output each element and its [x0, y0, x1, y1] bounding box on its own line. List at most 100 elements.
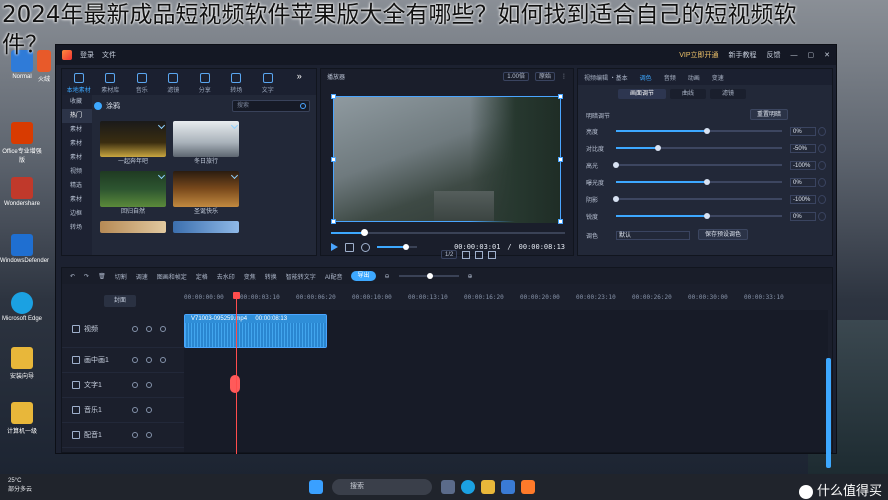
track-music[interactable]: 音乐1	[62, 398, 184, 423]
category-item[interactable]: 素材	[62, 137, 92, 151]
timeline-scrollbar[interactable]	[826, 358, 831, 468]
taskbar-search[interactable]: 搜索	[332, 479, 432, 495]
video-preview[interactable]	[331, 94, 563, 224]
speed-button[interactable]: 调速	[136, 272, 148, 281]
resize-handle[interactable]	[331, 94, 336, 99]
hold-button[interactable]: 定格	[196, 272, 208, 281]
speaker-icon[interactable]	[146, 407, 152, 413]
slider-handle[interactable]	[613, 162, 619, 168]
tab-filter[interactable]: 滤镜	[161, 71, 187, 94]
track-text[interactable]: 文字1	[62, 373, 184, 398]
volume-icon[interactable]	[361, 242, 370, 252]
subtab-adjust[interactable]: 画面调节	[618, 89, 667, 99]
volume-slider[interactable]	[377, 244, 417, 250]
fullscreen-icon[interactable]	[488, 250, 497, 259]
minimize-icon[interactable]: —	[791, 52, 798, 59]
expand-icon[interactable]: »	[287, 71, 313, 93]
ai-dub-button[interactable]: AI配音	[325, 272, 343, 281]
zoom-out-icon[interactable]: ⊖	[385, 273, 390, 280]
remove-watermark-button[interactable]: 去水印	[217, 272, 235, 281]
timeline-zoom-slider[interactable]	[398, 273, 459, 279]
slider-value[interactable]: 0%	[790, 126, 816, 136]
adjust-slider[interactable]	[616, 128, 782, 134]
playhead[interactable]	[233, 292, 240, 454]
store-icon[interactable]	[501, 480, 515, 494]
media-search-input[interactable]: 搜索	[232, 100, 310, 112]
tone-select[interactable]: 默认	[616, 230, 690, 240]
resize-handle[interactable]	[558, 219, 563, 224]
adjust-slider[interactable]	[616, 145, 782, 151]
undo-icon[interactable]: ↶	[70, 273, 75, 280]
speaker-icon[interactable]	[146, 432, 152, 438]
adjust-slider[interactable]	[616, 213, 782, 219]
subtab-filter[interactable]: 滤镜	[710, 89, 747, 99]
category-item[interactable]: 素材	[62, 123, 92, 137]
slider-handle[interactable]	[654, 145, 661, 151]
close-icon[interactable]: ✕	[824, 51, 830, 59]
cover-button[interactable]: 封面	[104, 295, 136, 307]
video-clip[interactable]: V71003-095259.mp4 00:00:08:13	[184, 314, 327, 348]
resize-handle[interactable]	[331, 157, 336, 162]
resize-handle[interactable]	[331, 219, 336, 224]
quality-select[interactable]: 1/2	[441, 250, 458, 259]
media-item[interactable]: 圣诞快乐	[173, 171, 239, 217]
download-icon[interactable]	[157, 171, 166, 180]
adjust-slider[interactable]	[616, 179, 782, 185]
tab-transition[interactable]: 转场	[224, 71, 250, 94]
track-lanes[interactable]: V71003-095259.mp4 00:00:08:13	[184, 310, 828, 452]
export-button[interactable]: 导出	[351, 271, 376, 281]
lock-icon[interactable]	[132, 407, 138, 413]
stepper-icon[interactable]	[818, 177, 826, 187]
eye-icon[interactable]	[146, 357, 152, 363]
resize-handle[interactable]	[558, 157, 563, 162]
eye-icon[interactable]	[146, 382, 152, 388]
slider-value[interactable]: -50%	[790, 143, 816, 153]
subtab-curve[interactable]: 曲线	[670, 89, 707, 99]
desktop-icon-huorong[interactable]: 火绒	[32, 48, 56, 90]
adjust-slider[interactable]	[613, 162, 782, 168]
slider-value[interactable]: -100%	[790, 160, 816, 170]
slider-handle[interactable]	[704, 128, 711, 134]
lock-icon[interactable]	[132, 325, 138, 332]
adjust-slider[interactable]	[613, 196, 782, 202]
category-item[interactable]: 精选	[62, 179, 92, 193]
download-icon[interactable]	[230, 121, 239, 130]
desktop-icon-folder[interactable]: 安装向导	[0, 345, 44, 387]
slider-value[interactable]: -100%	[790, 194, 816, 204]
tab-text[interactable]: 文字	[255, 71, 281, 94]
vip-button[interactable]: VIP立即开通	[679, 50, 718, 60]
zoom-in-icon[interactable]: ⊕	[468, 273, 473, 280]
progress-handle[interactable]	[361, 229, 368, 236]
lock-icon[interactable]	[132, 382, 138, 388]
freeze-frame-button[interactable]: 图画和帧定	[157, 272, 187, 281]
category-item[interactable]: 转场	[62, 221, 92, 235]
desktop-icon-folder2[interactable]: 计算机一级	[0, 400, 44, 442]
cut-button[interactable]: 切割	[115, 272, 127, 281]
speech-to-text-button[interactable]: 智能转文字	[286, 272, 316, 281]
desktop-icon-wondershare[interactable]: Wondershare	[0, 175, 44, 217]
category-hot[interactable]: 热门	[62, 109, 92, 123]
marker-icon[interactable]	[230, 375, 240, 393]
explorer-icon[interactable]	[481, 480, 495, 494]
editor-app-icon[interactable]	[521, 480, 535, 494]
delete-icon[interactable]: 🗑	[98, 273, 106, 280]
task-view-icon[interactable]	[441, 480, 455, 494]
tab-local-media[interactable]: 本地素材	[66, 71, 92, 94]
stepper-icon[interactable]	[818, 194, 826, 204]
slider-handle[interactable]	[704, 179, 711, 185]
track-pip[interactable]: 画中画1	[62, 348, 184, 373]
tab-share[interactable]: 分享	[192, 71, 218, 94]
feedback-button[interactable]: 反馈	[767, 50, 781, 60]
stepper-icon[interactable]	[818, 160, 826, 170]
speaker-icon[interactable]	[160, 357, 166, 363]
media-item[interactable]: 回归自然	[100, 171, 166, 217]
stepper-icon[interactable]	[818, 211, 826, 221]
tab-animation[interactable]: 动画	[688, 73, 700, 82]
media-item[interactable]	[100, 221, 166, 233]
maximize-icon[interactable]: ▢	[808, 51, 815, 59]
more-icon[interactable]: ⋮	[561, 73, 567, 80]
category-item[interactable]: 视频	[62, 165, 92, 179]
desktop-icon-edge[interactable]: Microsoft Edge	[0, 290, 44, 332]
login-button[interactable]: 登录	[80, 50, 94, 60]
tutorial-button[interactable]: 新手教程	[729, 50, 757, 60]
